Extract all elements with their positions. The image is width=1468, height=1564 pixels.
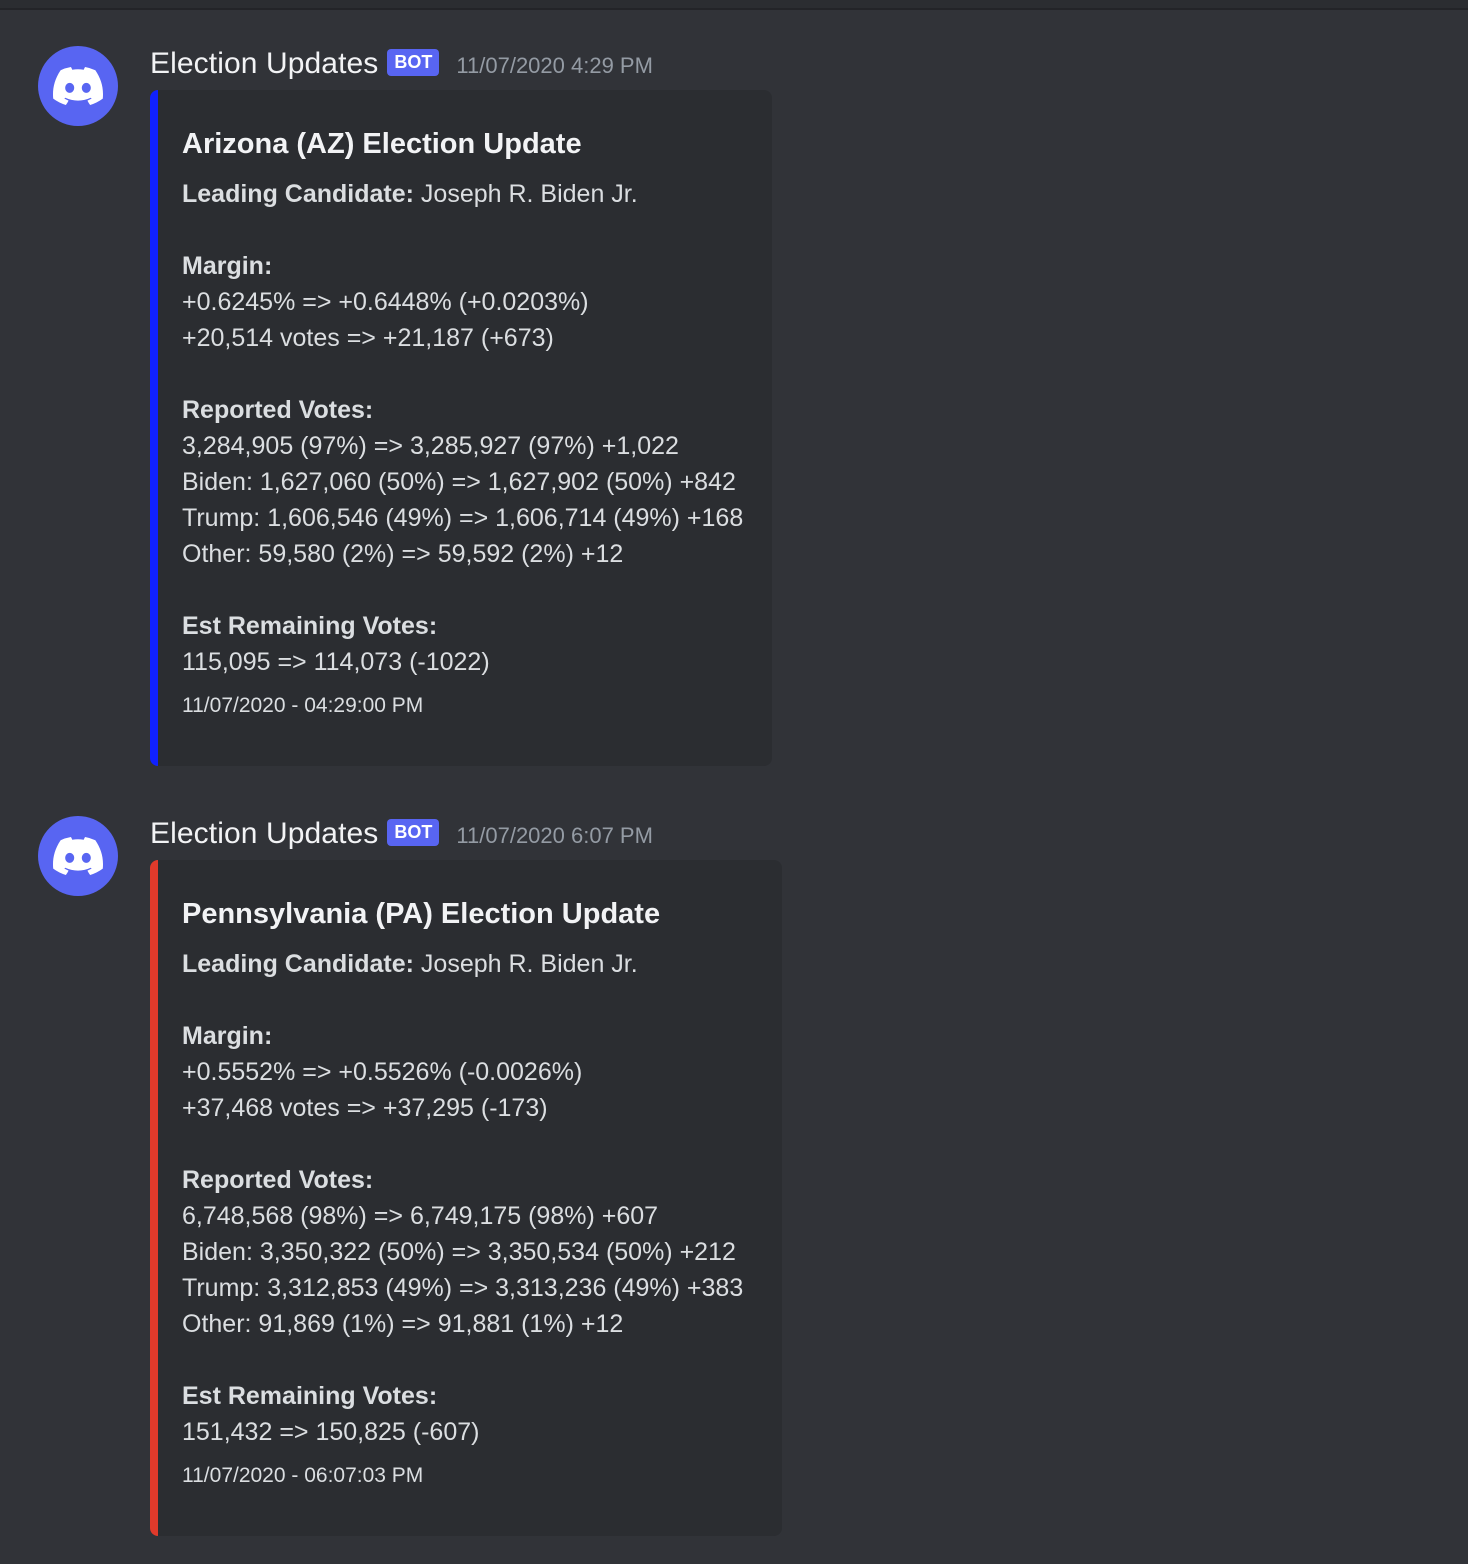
message-header: Election Updates BOT 11/07/2020 4:29 PM — [150, 44, 653, 84]
message-header: Election Updates BOT 11/07/2020 6:07 PM — [150, 814, 653, 854]
margin-label: Margin: — [182, 1022, 273, 1050]
remaining-votes-line: 151,432 => 150,825 (-607) — [182, 1418, 480, 1446]
reported-other-line: Other: 91,869 (1%) => 91,881 (1%) +12 — [182, 1310, 624, 1338]
margin-percent-line: +0.5552% => +0.5526% (-0.0026%) — [182, 1058, 583, 1086]
leading-candidate-label: Leading Candidate: — [182, 950, 414, 978]
margin-votes-line: +37,468 votes => +37,295 (-173) — [182, 1094, 548, 1122]
leading-candidate-line: Leading Candidate: Joseph R. Biden Jr. — [182, 946, 758, 982]
reported-votes-label: Reported Votes: — [182, 396, 374, 424]
election-embed: Pennsylvania (PA) Election Update Leadin… — [150, 860, 782, 1536]
embed-description: Leading Candidate: Joseph R. Biden Jr. M… — [182, 946, 758, 1450]
bot-badge: BOT — [387, 48, 440, 76]
margin-percent-line: +0.6245% => +0.6448% (+0.0203%) — [182, 288, 589, 316]
reported-votes-label: Reported Votes: — [182, 1166, 374, 1194]
remaining-votes-label: Est Remaining Votes: — [182, 1382, 438, 1410]
leading-candidate-value: Joseph R. Biden Jr. — [413, 950, 638, 978]
author-avatar[interactable] — [38, 46, 118, 126]
reported-other-line: Other: 59,580 (2%) => 59,592 (2%) +12 — [182, 540, 624, 568]
embed-description: Leading Candidate: Joseph R. Biden Jr. M… — [182, 176, 748, 680]
discord-logo-icon — [53, 67, 103, 105]
bot-badge: BOT — [387, 818, 440, 846]
discord-logo-icon — [53, 837, 103, 875]
leading-candidate-label: Leading Candidate: — [182, 180, 414, 208]
reported-biden-line: Biden: 3,350,322 (50%) => 3,350,534 (50%… — [182, 1238, 736, 1266]
reported-total-line: 3,284,905 (97%) => 3,285,927 (97%) +1,02… — [182, 432, 679, 460]
remaining-votes-label: Est Remaining Votes: — [182, 612, 438, 640]
embed-accent-bar — [150, 860, 158, 1536]
reported-trump-line: Trump: 1,606,546 (49%) => 1,606,714 (49%… — [182, 504, 744, 532]
channel-top-divider — [0, 0, 1468, 10]
embed-title: Pennsylvania (PA) Election Update — [182, 898, 661, 930]
embed-title: Arizona (AZ) Election Update — [182, 128, 582, 160]
reported-trump-line: Trump: 3,312,853 (49%) => 3,313,236 (49%… — [182, 1274, 744, 1302]
reported-total-line: 6,748,568 (98%) => 6,749,175 (98%) +607 — [182, 1202, 659, 1230]
margin-votes-line: +20,514 votes => +21,187 (+673) — [182, 324, 554, 352]
embed-accent-bar — [150, 90, 158, 766]
message-timestamp[interactable]: 11/07/2020 6:07 PM — [456, 823, 653, 849]
reported-biden-line: Biden: 1,627,060 (50%) => 1,627,902 (50%… — [182, 468, 736, 496]
leading-candidate-line: Leading Candidate: Joseph R. Biden Jr. — [182, 176, 748, 212]
embed-footer-timestamp: 11/07/2020 - 06:07:03 PM — [182, 1464, 424, 1487]
remaining-votes-line: 115,095 => 114,073 (-1022) — [182, 648, 490, 676]
author-username[interactable]: Election Updates — [150, 817, 378, 851]
margin-label: Margin: — [182, 252, 273, 280]
author-username[interactable]: Election Updates — [150, 47, 378, 81]
election-embed: Arizona (AZ) Election Update Leading Can… — [150, 90, 772, 766]
author-avatar[interactable] — [38, 816, 118, 896]
leading-candidate-value: Joseph R. Biden Jr. — [413, 180, 638, 208]
message-timestamp[interactable]: 11/07/2020 4:29 PM — [456, 53, 653, 79]
embed-footer-timestamp: 11/07/2020 - 04:29:00 PM — [182, 694, 424, 717]
